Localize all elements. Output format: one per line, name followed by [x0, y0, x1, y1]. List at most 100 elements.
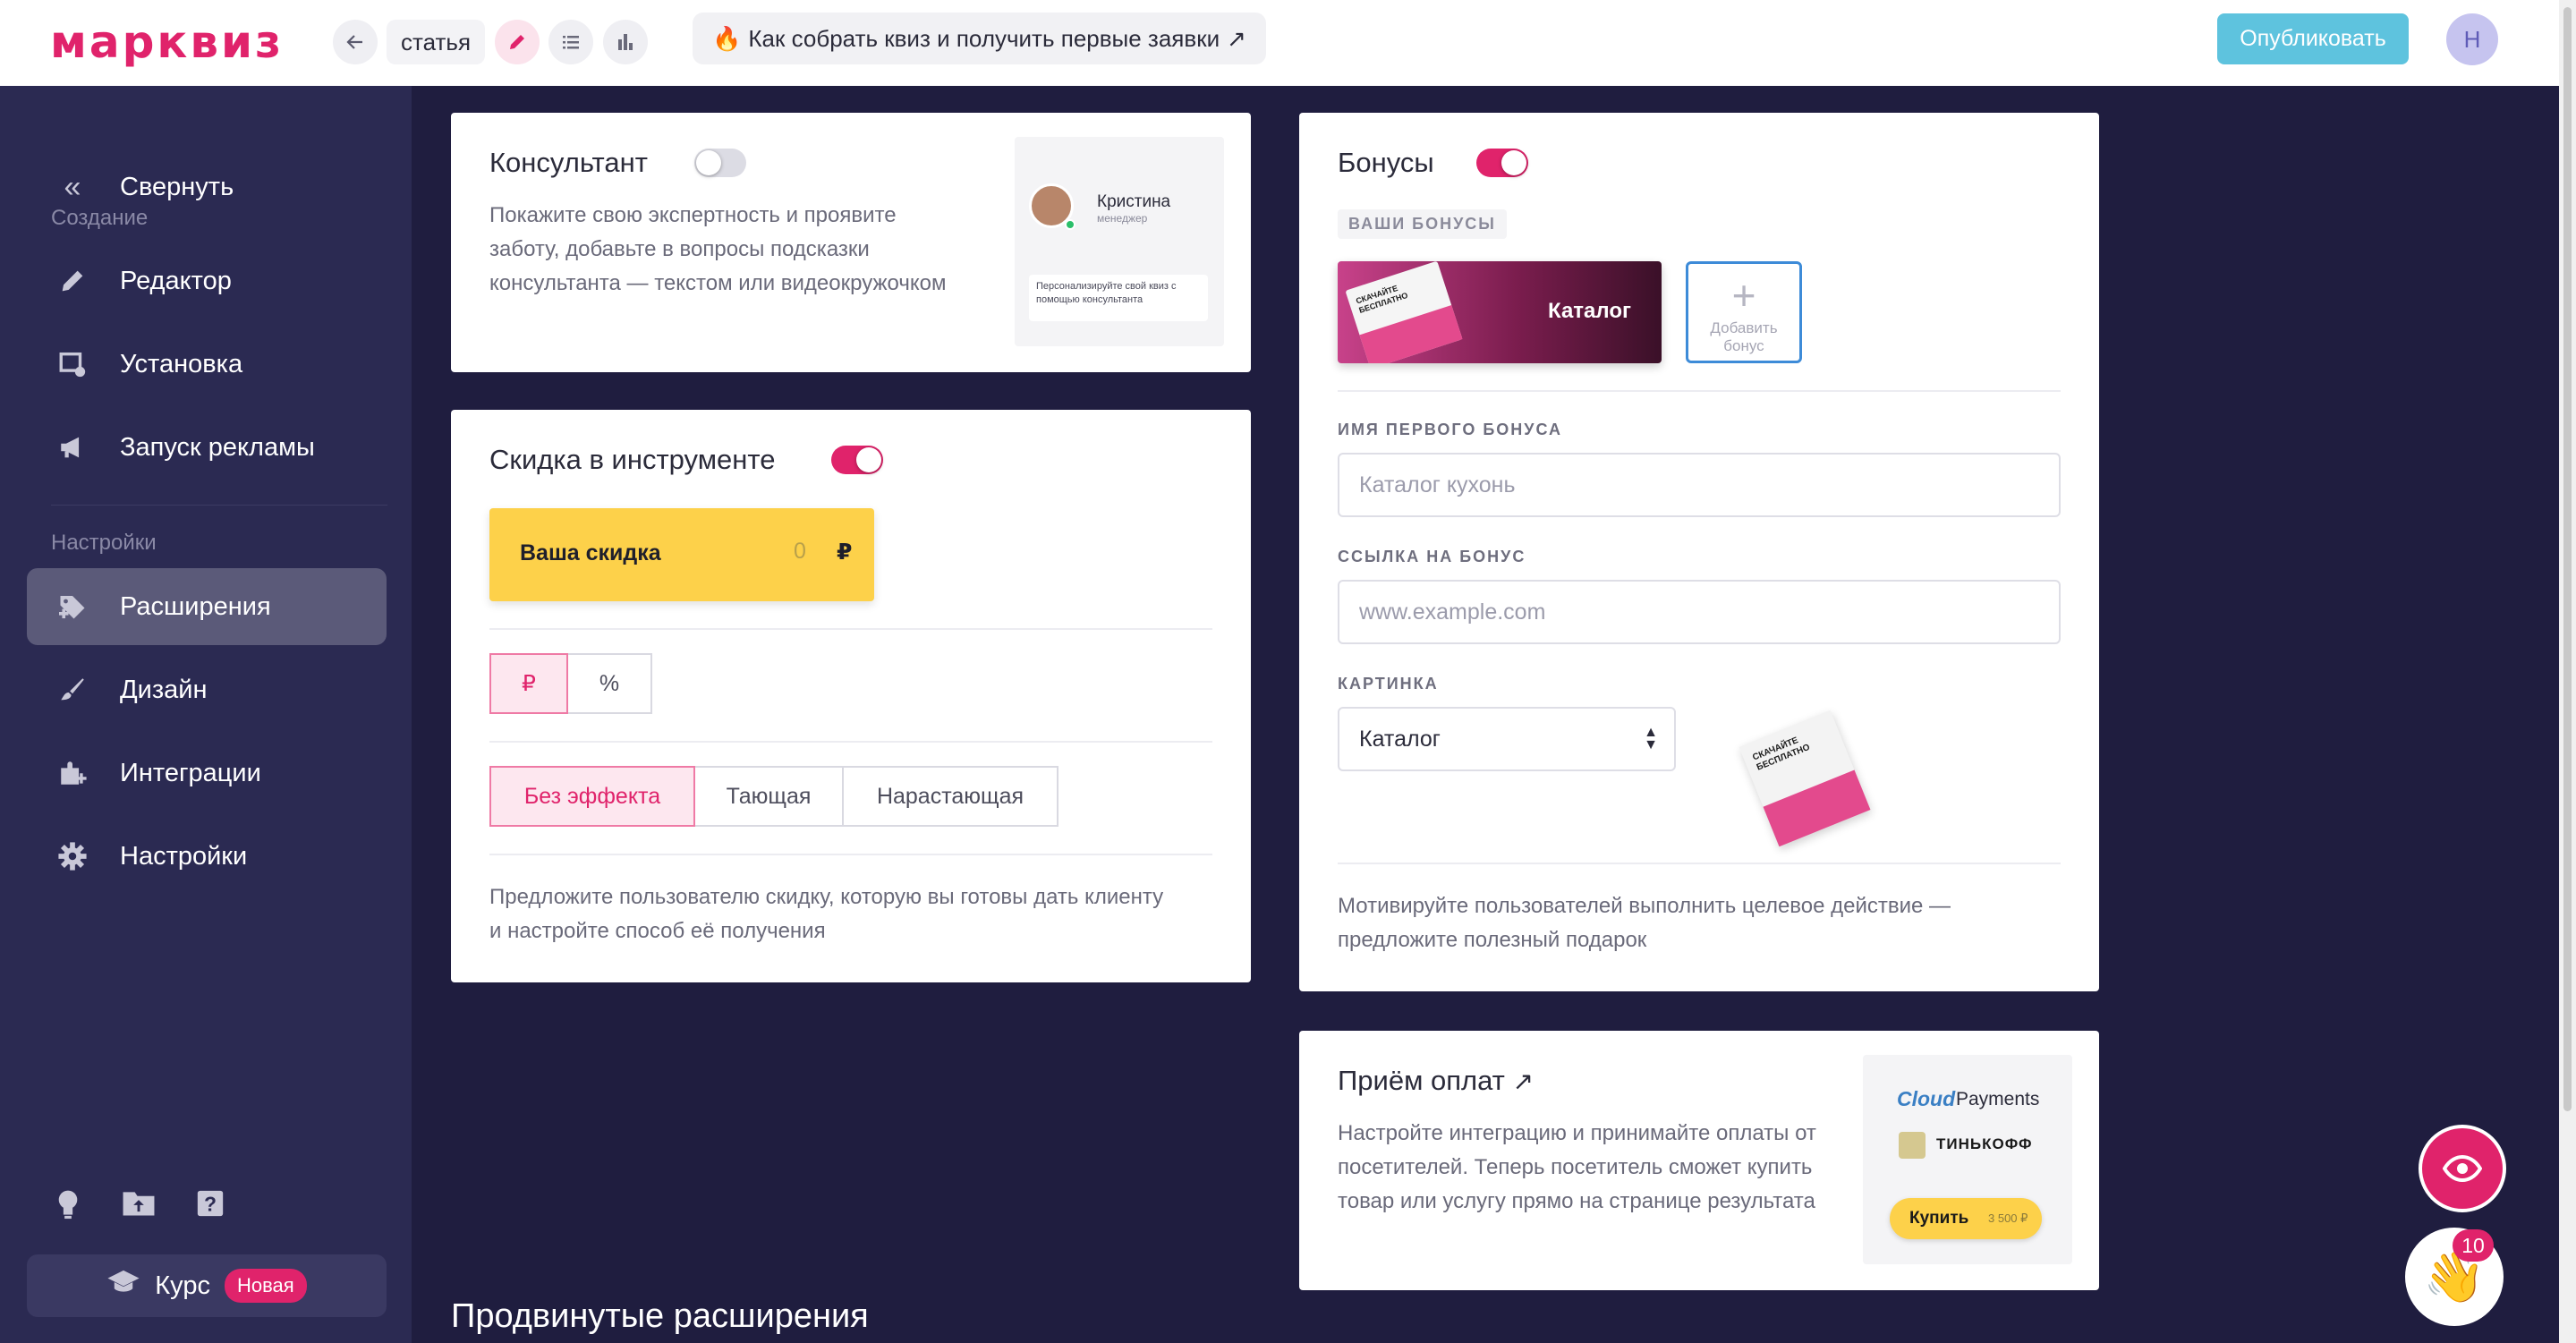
online-dot — [1065, 219, 1075, 230]
discount-effect-switch: Без эффекта Тающая Нарастающая — [489, 766, 1058, 827]
cloudpayments-logo-cloud: Cloud — [1897, 1087, 1956, 1110]
effect-none-option[interactable]: Без эффекта — [489, 766, 695, 827]
guide-label: Как собрать квиз и получить первые заявк… — [748, 24, 1220, 52]
sidebar-item-integrations[interactable]: Интеграции — [27, 735, 387, 812]
sidebar-item-design[interactable]: Дизайн — [27, 651, 387, 728]
payments-card: Приём оплат ↗ Настройте интеграцию и при… — [1299, 1031, 2099, 1290]
add-bonus-label: Добавить бонус — [1710, 319, 1778, 354]
bonus-card-label: Каталог — [1548, 299, 1631, 323]
sidebar-item-extensions[interactable]: Расширения — [27, 568, 387, 645]
arrow-left-icon — [346, 35, 362, 49]
unit-rub-option[interactable]: ₽ — [489, 653, 568, 714]
effect-growing-option[interactable]: Нарастающая — [842, 766, 1058, 827]
section-settings-label: Настройки — [51, 531, 157, 555]
install-icon — [50, 349, 95, 379]
page-scrollbar[interactable] — [2559, 0, 2576, 1343]
extension-icon — [50, 591, 95, 623]
eye-icon — [2443, 1155, 2482, 1182]
consultant-preview-name: Кристина — [1097, 192, 1171, 211]
stats-button[interactable] — [603, 20, 648, 64]
megaphone-icon — [50, 432, 95, 463]
scrollbar-thumb[interactable] — [2563, 7, 2572, 1111]
external-arrow-icon: ↗ — [1512, 1067, 1534, 1095]
gear-icon — [50, 841, 95, 871]
sidebar-item-label: Настройки — [120, 841, 248, 871]
discount-badge-value: 0 — [794, 539, 806, 564]
add-bonus-button[interactable]: + Добавить бонус — [1686, 261, 1802, 363]
consultant-preview: Кристина менеджер Персонализируйте свой … — [1015, 137, 1224, 346]
consultant-preview-role: менеджер — [1097, 212, 1148, 225]
sidebar-item-install[interactable]: Установка — [27, 326, 387, 403]
plus-icon: + — [1731, 272, 1756, 319]
new-badge: Новая — [224, 1269, 307, 1303]
bonuses-title: Бонусы — [1338, 147, 1434, 178]
sidebar-item-label: Редактор — [120, 266, 232, 295]
back-button[interactable] — [333, 20, 378, 64]
bonus-image-select[interactable]: Каталог ▲ ▼ — [1338, 707, 1676, 771]
quiz-name[interactable]: статья — [387, 20, 486, 64]
lightbulb-icon[interactable] — [54, 1188, 82, 1228]
sidebar-item-label: Расширения — [120, 591, 271, 621]
sidebar-divider — [51, 505, 387, 506]
unit-percent-option[interactable]: % — [566, 653, 652, 714]
sidebar-item-label: Дизайн — [120, 675, 208, 704]
effect-melting-option[interactable]: Тающая — [693, 766, 844, 827]
bonus-name-input[interactable]: Каталог кухонь — [1338, 453, 2061, 517]
section-create-label: Создание — [51, 206, 149, 230]
divider — [1338, 390, 2061, 392]
help-icon[interactable]: ? — [195, 1188, 225, 1228]
top-bar: марквиз статья 🔥 Как собрать квиз и полу… — [0, 0, 2559, 86]
course-label: Курс — [155, 1271, 210, 1300]
bonus-thumb: СКАЧАЙТЕ БЕСПЛАТНО — [1345, 261, 1463, 363]
bonus-link-label: ССЫЛКА НА БОНУС — [1338, 548, 1526, 565]
discount-card: Скидка в инструменте Ваша скидка 0 ₽ ₽ %… — [451, 410, 1251, 982]
divider — [1338, 863, 2061, 864]
discount-title: Скидка в инструменте — [489, 444, 776, 475]
discount-description: Предложите пользователю скидку, которую … — [489, 885, 1164, 943]
divider — [489, 854, 1212, 855]
consultant-description: Покажите свою экспертность и проявите за… — [489, 203, 947, 295]
guide-link[interactable]: 🔥 Как собрать квиз и получить первые зая… — [693, 13, 1266, 64]
payments-description: Настройте интеграцию и принимайте оплаты… — [1338, 1121, 1816, 1213]
bonus-image-preview: СКАЧАЙТЕ БЕСПЛАТНО — [1738, 707, 1872, 859]
preview-button[interactable] — [2419, 1125, 2506, 1212]
fire-icon: 🔥 — [712, 24, 742, 52]
discount-unit-switch: ₽ % — [489, 653, 652, 714]
sidebar-item-settings[interactable]: Настройки — [27, 818, 387, 895]
discount-toggle[interactable] — [831, 446, 883, 474]
bonus-image-select-value: Каталог — [1359, 726, 1441, 752]
graduation-cap-icon — [106, 1269, 140, 1303]
your-bonuses-label: ВАШИ БОНУСЫ — [1338, 209, 1507, 239]
sidebar-item-editor[interactable]: Редактор — [27, 242, 387, 319]
sidebar-bottom-icons: ? — [54, 1188, 225, 1228]
list-icon — [563, 36, 579, 49]
payments-preview: Cloud Payments ТИНЬКОФФ Купить 3 500 ₽ — [1863, 1055, 2072, 1264]
logo[interactable]: марквиз — [50, 16, 284, 68]
integrations-icon — [50, 758, 95, 788]
collapse-label: Свернуть — [120, 172, 234, 201]
bonuses-toggle[interactable] — [1476, 149, 1528, 177]
sidebar-item-ads[interactable]: Запуск рекламы — [27, 409, 387, 486]
bar-chart-icon — [618, 34, 633, 50]
course-button[interactable]: Курс Новая — [27, 1254, 387, 1317]
external-arrow-icon: ↗ — [1227, 24, 1246, 52]
editor-tab-button[interactable] — [495, 20, 540, 64]
consultant-title: Консультант — [489, 147, 648, 178]
bonus-name-label: ИМЯ ПЕРВОГО БОНУСА — [1338, 421, 1563, 438]
consultant-toggle[interactable] — [694, 149, 746, 177]
double-chevron-left-icon: « — [64, 169, 81, 204]
folder-upload-icon[interactable] — [122, 1188, 156, 1228]
brush-icon — [50, 675, 95, 705]
publish-button[interactable]: Опубликовать — [2217, 13, 2409, 64]
advanced-extensions-title: Продвинутые расширения — [451, 1297, 869, 1335]
consultant-card: Консультант Покажите свою экспертность и… — [451, 113, 1251, 372]
questions-list-button[interactable] — [548, 20, 593, 64]
sidebar-item-label: Установка — [120, 349, 243, 378]
payments-title[interactable]: Приём оплат ↗ — [1338, 1065, 1534, 1097]
avatar[interactable]: Н — [2446, 13, 2498, 65]
pencil-icon — [50, 266, 95, 296]
bonus-image-label: КАРТИНКА — [1338, 675, 1439, 693]
notification-count-badge: 10 — [2453, 1229, 2494, 1262]
bonus-link-input[interactable]: www.example.com — [1338, 580, 2061, 644]
bonus-card-catalog[interactable]: СКАЧАЙТЕ БЕСПЛАТНО Каталог — [1338, 261, 1662, 363]
